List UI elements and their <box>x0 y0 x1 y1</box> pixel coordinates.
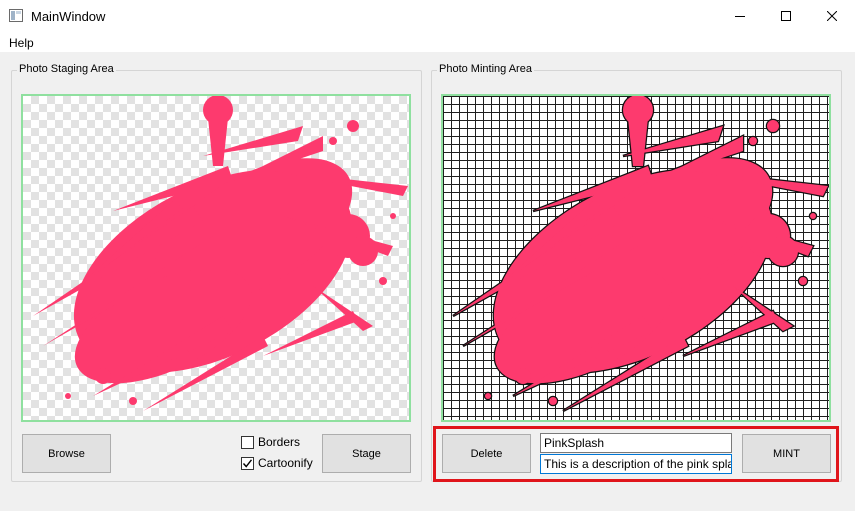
description-input-value: This is a description of the pink splash <box>544 457 732 471</box>
delete-button[interactable]: Delete <box>442 434 531 473</box>
checkmark-icon <box>242 458 253 468</box>
window-title: MainWindow <box>31 9 106 24</box>
menu-help[interactable]: Help <box>9 36 34 50</box>
borders-checkbox-box[interactable] <box>241 435 254 449</box>
browse-button[interactable]: Browse <box>22 434 111 473</box>
maximize-icon <box>781 11 791 21</box>
staging-splash-image <box>33 96 408 415</box>
borders-checkbox[interactable]: Borders <box>241 434 300 450</box>
minimize-icon <box>735 16 745 17</box>
maximize-button[interactable] <box>763 0 809 32</box>
borders-checkbox-label: Borders <box>258 435 301 449</box>
minting-group-title: Photo Minting Area <box>437 63 534 75</box>
staging-image-view <box>21 94 411 422</box>
minimize-button[interactable] <box>717 0 763 32</box>
description-input[interactable]: This is a description of the pink splash <box>540 454 732 474</box>
title-bar: MainWindow <box>0 0 855 32</box>
app-window-icon <box>9 9 23 22</box>
name-input-value: PinkSplash <box>544 436 605 450</box>
menu-bar: Help <box>0 32 855 52</box>
staging-group-title: Photo Staging Area <box>17 63 116 75</box>
minting-cartoon-image <box>451 96 829 417</box>
cartoonify-checkbox-box[interactable] <box>241 456 254 470</box>
close-button[interactable] <box>809 0 855 32</box>
name-input[interactable]: PinkSplash <box>540 433 732 453</box>
cartoonify-checkbox-label: Cartoonify <box>258 456 313 470</box>
stage-button[interactable]: Stage <box>322 434 411 473</box>
close-icon <box>827 11 837 21</box>
mint-button[interactable]: MINT <box>742 434 831 473</box>
cartoonify-checkbox[interactable]: Cartoonify <box>241 455 313 471</box>
minting-image-view <box>441 94 831 422</box>
